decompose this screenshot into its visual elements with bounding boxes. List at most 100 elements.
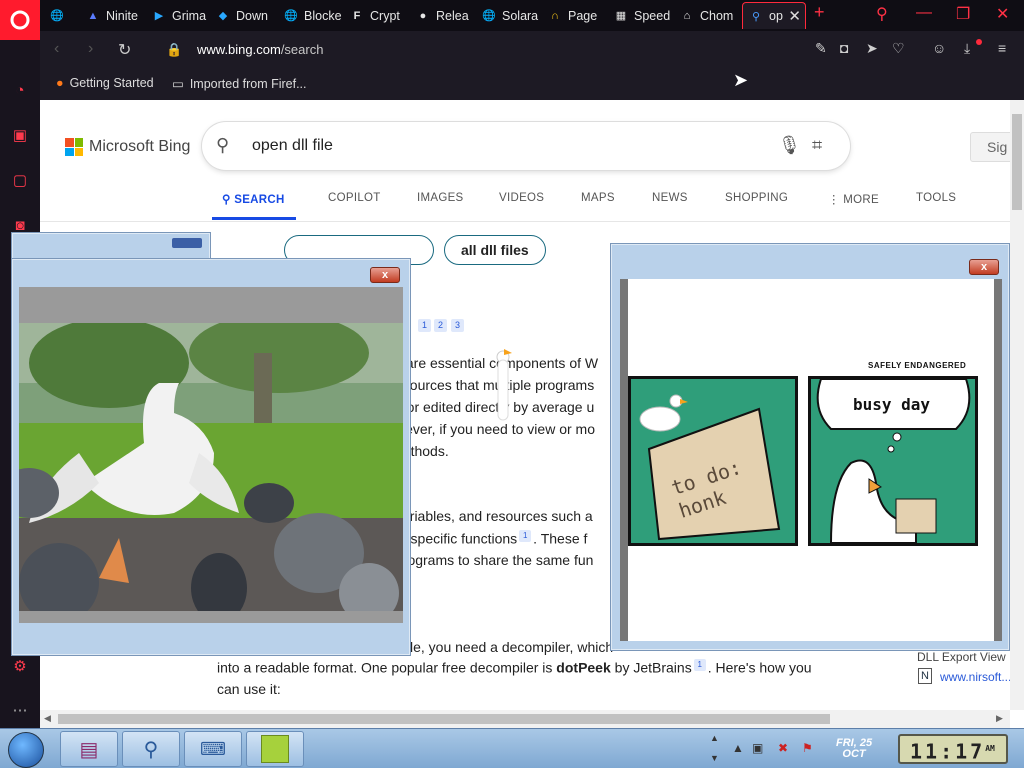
bookmark-getting-started[interactable]: ● Getting Started: [56, 76, 154, 90]
computer-icon: ⌨: [200, 738, 226, 759]
search-nav: ⚲ SEARCH COPILOT IMAGES VIDEOS MAPS NEWS…: [40, 192, 1010, 222]
citation-2[interactable]: 2: [434, 319, 447, 332]
github-icon: ●: [419, 9, 427, 22]
answer-line-7: m specific functions 1. These f: [395, 530, 588, 547]
globe-icon: 🌐: [50, 10, 64, 22]
tray-volume-muted-icon[interactable]: ✖: [778, 741, 788, 755]
tab-tools[interactable]: TOOLS: [916, 192, 956, 204]
back-icon[interactable]: ‹: [54, 40, 59, 58]
reload-icon[interactable]: ↻: [118, 40, 131, 60]
tray-network-icon[interactable]: ▣: [752, 741, 763, 755]
side-card-title[interactable]: DLL Export View: [917, 650, 1006, 664]
heart-icon[interactable]: ♡: [892, 40, 905, 57]
taskbar-clock[interactable]: 11:17AM: [898, 734, 1008, 764]
tab-images[interactable]: IMAGES: [417, 192, 464, 204]
menu-icon[interactable]: ≡: [998, 40, 1006, 56]
vertical-scrollbar[interactable]: [1010, 100, 1024, 710]
search-box[interactable]: ⚲ open dll file 🎙 ⌗: [202, 122, 850, 170]
comic-title-busy-day: busy day: [853, 395, 931, 414]
tab-more[interactable]: ⋮ MORE: [828, 192, 879, 206]
tab-grima[interactable]: ▶ Grima: [152, 2, 212, 29]
comic-window[interactable]: x SAFELY ENDANGERED to do: honk busy day: [610, 243, 1010, 651]
start-button[interactable]: [8, 732, 44, 768]
related-chip-all-dll-files[interactable]: all dll files: [444, 235, 546, 265]
profile-icon[interactable]: ☺: [932, 40, 946, 56]
answer-line-9: le, you need a decompiler, which: [410, 639, 614, 655]
search-tabs-icon[interactable]: ⚲: [876, 4, 888, 24]
minimize-button[interactable]: —: [916, 4, 932, 22]
desktop-goose[interactable]: [488, 345, 518, 425]
bookmark-imported-folder[interactable]: ▭ Imported from Firef...: [172, 76, 307, 92]
tab-search[interactable]: ⚲ SEARCH: [222, 192, 285, 206]
goose-video-image: [19, 323, 403, 611]
twitch-icon[interactable]: ▢: [10, 170, 30, 190]
taskbar-scroll-down-icon[interactable]: ▼: [710, 753, 719, 763]
tab-crypt[interactable]: F Crypt: [350, 2, 412, 29]
restore-button[interactable]: ❐: [956, 4, 970, 24]
taskbar-goose-app[interactable]: [246, 731, 304, 767]
close-button[interactable]: x: [370, 267, 400, 283]
tab-blocke[interactable]: 🌐 Blocke: [284, 2, 346, 29]
forward-icon[interactable]: ›: [88, 40, 93, 58]
taskbar-date[interactable]: FRI, 25 OCT: [836, 738, 872, 760]
taskbar-search-app[interactable]: ⚲: [122, 731, 180, 767]
downloads-icon[interactable]: ⤓: [964, 40, 970, 57]
search-icon: ⚲: [751, 10, 761, 23]
tab-down[interactable]: ◆ Down: [216, 2, 278, 29]
tab-chom[interactable]: ⌂ Chom: [680, 2, 740, 29]
speed-dial-icon[interactable]: ◔: [10, 80, 30, 100]
tab-relea[interactable]: ● Relea: [416, 2, 478, 29]
tab-news[interactable]: NEWS: [652, 192, 688, 204]
headset-icon: ∩: [551, 9, 559, 22]
tab-active-bing[interactable]: ⚲ op ✕: [742, 2, 806, 29]
tab-copilot[interactable]: COPILOT: [328, 192, 381, 204]
tab-bar: 🌐 ▲ Ninite ▶ Grima ◆ Down 🌐 Blocke F Crypt ● R…: [40, 0, 1024, 31]
microphone-icon[interactable]: 🎙: [778, 135, 801, 156]
tab-ninite[interactable]: ▲ Ninite: [86, 2, 146, 29]
tray-action-center-icon[interactable]: ⚑: [802, 741, 813, 755]
sign-in-button[interactable]: Sig: [970, 132, 1010, 162]
briefcase-icon[interactable]: ▣: [10, 125, 30, 145]
tab-0[interactable]: 🌐: [50, 2, 76, 29]
side-card-url[interactable]: www.nirsoft...: [940, 670, 1010, 684]
horizontal-scrollbar[interactable]: ◀ ▶: [40, 710, 1010, 728]
close-tab-icon[interactable]: ✕: [788, 7, 801, 25]
search-input[interactable]: open dll file: [252, 137, 333, 155]
close-button[interactable]: x: [969, 259, 999, 275]
bing-logo[interactable]: Microsoft Bing: [65, 138, 190, 156]
tab-speed[interactable]: ▦ Speed: [614, 2, 676, 29]
goose-app-icon: [261, 735, 289, 763]
goose-video-window[interactable]: x: [11, 258, 411, 656]
citation-sup[interactable]: 1: [693, 659, 706, 671]
taskbar: ▤ ⚲ ⌨ ▲ ▼ ▲ ▣ ✖ ⚑ FRI, 25 OCT 11:17AM: [0, 728, 1024, 768]
tab-shopping[interactable]: SHOPPING: [725, 192, 788, 204]
scroll-left-icon[interactable]: ◀: [44, 713, 51, 724]
tray-show-hidden-icon[interactable]: ▲: [732, 741, 744, 755]
url-field[interactable]: www.bing.com/search: [197, 42, 323, 57]
tab-solara[interactable]: 🌐 Solara: [482, 2, 544, 29]
visual-search-icon[interactable]: ⌗: [812, 135, 822, 156]
tab-maps[interactable]: MAPS: [581, 192, 615, 204]
taskbar-scroll-up-icon[interactable]: ▲: [710, 733, 719, 743]
citation-sup[interactable]: 1: [519, 530, 532, 542]
citation-3[interactable]: 3: [451, 319, 464, 332]
vertical-scroll-thumb[interactable]: [1012, 114, 1022, 210]
search-icon: ⚲: [216, 135, 230, 155]
microsoft-logo-icon: [65, 138, 83, 156]
new-tab-button[interactable]: +: [814, 2, 825, 23]
settings-icon[interactable]: ⚙: [10, 656, 30, 676]
tab-page[interactable]: ∩ Page: [548, 2, 608, 29]
background-window-title: [172, 238, 202, 248]
close-window-button[interactable]: ✕: [996, 4, 1009, 24]
horizontal-scroll-thumb[interactable]: [58, 714, 830, 724]
taskbar-winrar[interactable]: ▤: [60, 731, 118, 767]
citation-1[interactable]: 1: [418, 319, 431, 332]
edit-icon[interactable]: ✎: [815, 40, 827, 57]
taskbar-network-app[interactable]: ⌨: [184, 731, 242, 767]
opera-logo-icon[interactable]: [0, 0, 40, 40]
more-icon[interactable]: ⋯: [10, 700, 30, 720]
camera-icon[interactable]: ◘: [840, 40, 848, 56]
send-icon[interactable]: ➤: [866, 40, 878, 57]
scroll-right-icon[interactable]: ▶: [996, 713, 1003, 724]
tab-videos[interactable]: VIDEOS: [499, 192, 544, 204]
